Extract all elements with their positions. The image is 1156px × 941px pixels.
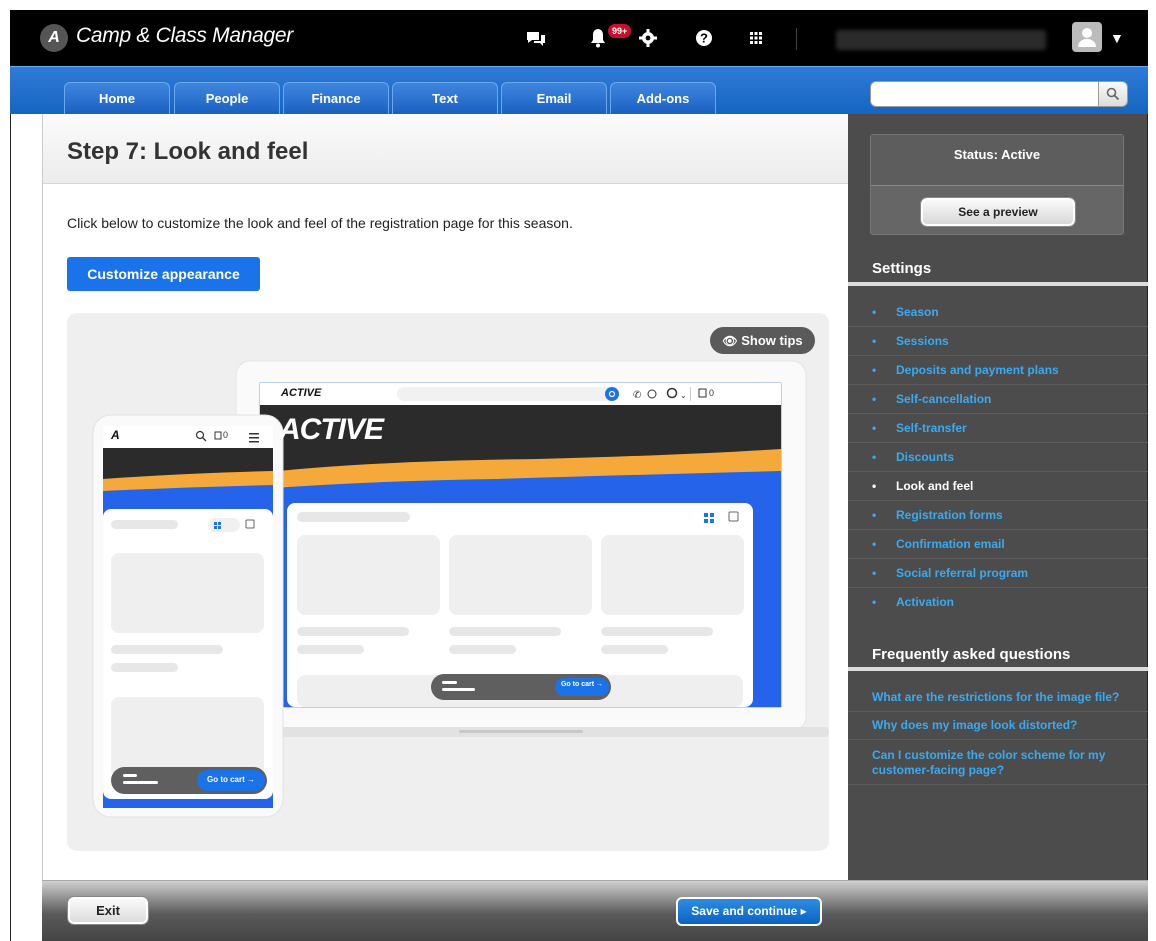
main-nav: Home People Finance Text Email Add-ons xyxy=(10,66,1148,115)
faq-divider xyxy=(848,667,1148,671)
gear-icon[interactable] xyxy=(636,26,660,50)
chat-icon[interactable] xyxy=(524,26,548,50)
top-divider xyxy=(796,28,797,50)
show-tips-button[interactable]: 👁 Show tips xyxy=(710,327,815,354)
search-icon xyxy=(1106,87,1120,101)
notification-badge: 99+ xyxy=(608,24,632,38)
left-margin xyxy=(10,114,42,941)
user-avatar-icon[interactable] xyxy=(1072,22,1102,52)
customize-appearance-button[interactable]: Customize appearance xyxy=(67,257,260,291)
eye-icon: 👁 xyxy=(722,334,738,348)
app-logo[interactable]: A xyxy=(40,24,68,52)
bell-icon[interactable] xyxy=(586,26,610,50)
settings-item-deposits[interactable]: • Deposits and payment plans xyxy=(848,356,1148,385)
settings-item-self-transfer[interactable]: • Self-transfer xyxy=(848,414,1148,443)
exit-button[interactable]: Exit xyxy=(67,896,149,925)
desktop-search-icon xyxy=(605,387,619,401)
nav-tab-add-ons[interactable]: Add-ons xyxy=(610,82,716,115)
desktop-go-to-cart-button: Go to cart → xyxy=(560,681,603,688)
page-title: Step 7: Look and feel xyxy=(67,138,309,165)
show-tips-label: Show tips xyxy=(741,333,803,348)
settings-item-social-referral[interactable]: • Social referral program xyxy=(848,559,1148,588)
mobile-menu-icon xyxy=(249,433,259,443)
mobile-go-to-cart-button: Go to cart → xyxy=(206,775,255,784)
intro-text: Click below to customize the look and fe… xyxy=(67,215,573,231)
footer-bar: Exit Save and continue ▸ xyxy=(42,880,1148,941)
settings-divider xyxy=(848,282,1148,286)
laptop-notch xyxy=(459,730,583,733)
settings-heading: Settings xyxy=(872,260,932,277)
nav-tab-home[interactable]: Home xyxy=(64,82,170,115)
desktop-phone-icon: ✆ xyxy=(633,390,641,401)
desktop-cart-count: 0 xyxy=(709,388,715,398)
status-card: Status: Active See a preview xyxy=(870,134,1124,235)
preview-illustration: ✆ ⌄ xyxy=(92,360,829,818)
nav-tab-people[interactable]: People xyxy=(174,82,280,115)
page-header: Step 7: Look and feel xyxy=(43,114,849,184)
caret-down-icon[interactable]: ▼ xyxy=(1110,30,1124,46)
main-panel: Step 7: Look and feel Click below to cus… xyxy=(42,114,849,941)
status-label: Status: Active xyxy=(871,135,1123,186)
see-preview-button[interactable]: See a preview xyxy=(920,197,1076,227)
mobile-header xyxy=(103,426,273,448)
settings-item-confirmation-email[interactable]: • Confirmation email xyxy=(848,530,1148,559)
faq-item[interactable]: Why does my image look distorted? xyxy=(848,712,1148,740)
search-button[interactable] xyxy=(1098,81,1128,107)
settings-item-activation[interactable]: • Activation xyxy=(848,588,1148,617)
apps-grid-icon[interactable] xyxy=(744,26,768,50)
desktop-brand-logo: ACTIVE xyxy=(281,387,322,399)
mobile-cart-count: 0 xyxy=(223,430,229,440)
settings-item-sessions[interactable]: • Sessions xyxy=(848,327,1148,356)
appearance-preview: ✆ ⌄ ACTIVE ACTIVE 0 Go to cart → A 0 Go … xyxy=(67,313,829,851)
account-name-redacted xyxy=(836,30,1046,50)
help-icon[interactable]: ? xyxy=(692,26,716,50)
svg-text:?: ? xyxy=(700,31,708,46)
settings-item-self-cancellation[interactable]: • Self-cancellation xyxy=(848,385,1148,414)
top-bar: A Camp & Class Manager 99+ ? ▼ xyxy=(10,10,1148,66)
faq-item[interactable]: What are the restrictions for the image … xyxy=(848,684,1148,712)
nav-tab-email[interactable]: Email xyxy=(501,82,607,115)
settings-item-season[interactable]: • Season xyxy=(848,298,1148,327)
search-input[interactable] xyxy=(870,81,1100,107)
settings-item-registration-forms[interactable]: • Registration forms xyxy=(848,501,1148,530)
settings-item-look-and-feel[interactable]: • Look and feel xyxy=(848,472,1148,501)
save-and-continue-button[interactable]: Save and continue ▸ xyxy=(676,897,822,926)
desktop-search-bar xyxy=(397,387,617,401)
nav-tab-finance[interactable]: Finance xyxy=(283,82,389,115)
faq-item[interactable]: Can I customize the color scheme for my … xyxy=(848,742,1148,785)
settings-item-discounts[interactable]: • Discounts xyxy=(848,443,1148,472)
desktop-account-caret-icon: ⌄ xyxy=(680,391,687,400)
nav-tab-text[interactable]: Text xyxy=(392,82,498,115)
desktop-hero-logo: ACTIVE xyxy=(279,413,384,446)
app-title[interactable]: Camp & Class Manager xyxy=(76,24,293,48)
faq-heading: Frequently asked questions xyxy=(872,646,1071,663)
right-sidebar: Status: Active See a preview Settings • S… xyxy=(848,114,1148,880)
mobile-brand-logo: A xyxy=(111,428,120,442)
desktop-header-divider xyxy=(690,387,691,401)
